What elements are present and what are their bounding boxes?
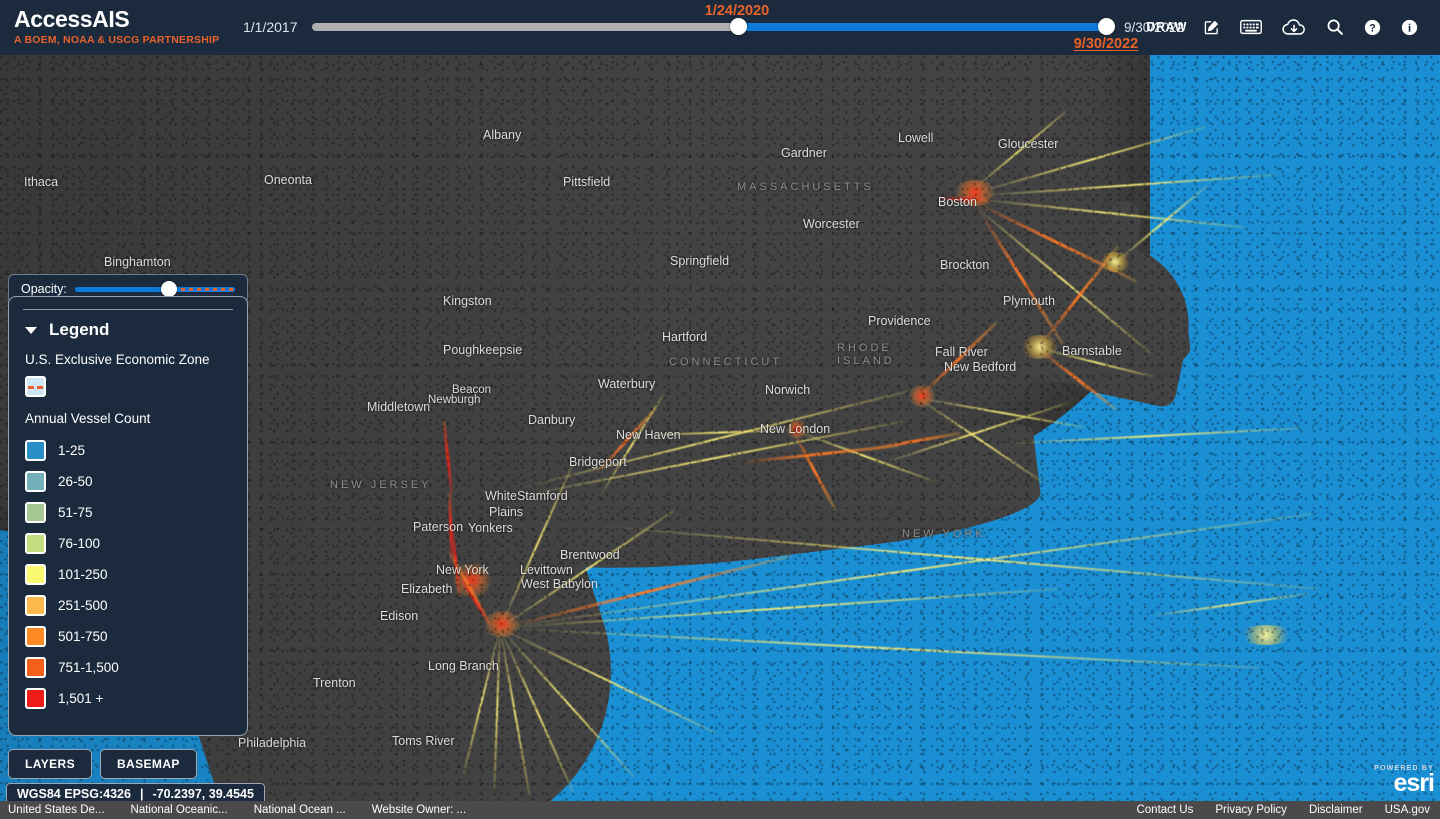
legend-class-label: 101-250: [58, 567, 108, 582]
legend-class-label: 501-750: [58, 629, 108, 644]
footer-link[interactable]: Disclaimer: [1309, 804, 1363, 816]
info-icon[interactable]: i: [1391, 13, 1428, 41]
footer-link[interactable]: Contact Us: [1136, 804, 1193, 816]
legend-class-label: 26-50: [58, 474, 93, 489]
legend-color-swatch: [25, 626, 46, 647]
footer-link[interactable]: Website Owner: ...: [372, 804, 466, 816]
keyboard-icon[interactable]: [1230, 13, 1272, 41]
brand-subtitle: A BOEM, NOAA & USCG PARTNERSHIP: [14, 33, 219, 47]
basemap-button[interactable]: BASEMAP: [100, 749, 197, 779]
footer-link[interactable]: United States De...: [8, 804, 105, 816]
legend-color-swatch: [25, 440, 46, 461]
legend-class-list: 1-25 26-50 51-75 76-100 101-250 251-500 501-75…: [9, 435, 247, 714]
legend-color-swatch: [25, 502, 46, 523]
time-slider-start-tooltip: 1/24/2020: [705, 3, 770, 19]
legend-class-label: 51-75: [58, 505, 93, 520]
legend-color-swatch: [25, 657, 46, 678]
draw-icon[interactable]: [1193, 13, 1230, 41]
opacity-slider-handle[interactable]: [161, 281, 177, 297]
legend-class-row: 1-25: [9, 435, 247, 466]
search-icon[interactable]: [1316, 13, 1354, 41]
brand-title: AccessAIS: [14, 7, 219, 32]
legend-class-label: 751-1,500: [58, 660, 119, 675]
footer-link[interactable]: Privacy Policy: [1215, 804, 1287, 816]
opacity-label: Opacity:: [21, 282, 67, 296]
footer-left-links: United States De... National Oceanic... Na…: [8, 804, 466, 816]
footer-link[interactable]: USA.gov: [1385, 804, 1430, 816]
accessais-app: IthacaOneontaAlbanyPittsfieldGardnerLowe…: [0, 0, 1440, 819]
projection-label: WGS84 EPSG:4326: [17, 787, 131, 801]
svg-text:?: ?: [1369, 22, 1375, 34]
legend-class-row: 751-1,500: [9, 652, 247, 683]
brand[interactable]: AccessAIS A BOEM, NOAA & USCG PARTNERSHI…: [14, 7, 219, 47]
svg-text:i: i: [1408, 22, 1411, 34]
legend-header[interactable]: Legend: [9, 320, 247, 340]
legend-divider: [23, 309, 233, 310]
time-slider-selected-range: [738, 23, 1112, 31]
footer-link[interactable]: National Ocean ...: [254, 804, 346, 816]
legend-section-eez: U.S. Exclusive Economic Zone: [9, 352, 247, 367]
coordinate-separator: |: [135, 787, 149, 801]
legend-color-swatch: [25, 564, 46, 585]
map-control-buttons: LAYERS BASEMAP: [8, 749, 197, 779]
footer-right-links: Contact Us Privacy Policy Disclaimer USA.go…: [1136, 804, 1430, 816]
footer-link[interactable]: National Oceanic...: [131, 804, 228, 816]
draw-button-label[interactable]: DRAW: [1146, 13, 1193, 41]
legend-section-vessel-count: Annual Vessel Count: [9, 411, 247, 426]
legend-title: Legend: [49, 320, 109, 340]
legend-class-row: 51-75: [9, 497, 247, 528]
legend-color-swatch: [25, 688, 46, 709]
legend-class-row: 501-750: [9, 621, 247, 652]
header-toolbar: DRAW: [1146, 13, 1428, 41]
chevron-down-icon[interactable]: [25, 327, 37, 334]
legend-class-label: 1-25: [58, 443, 85, 458]
legend-color-swatch: [25, 471, 46, 492]
legend-class-row: 76-100: [9, 528, 247, 559]
cloud-download-icon[interactable]: [1272, 13, 1316, 41]
opacity-slider-track[interactable]: [75, 287, 235, 292]
time-slider-handle-end[interactable]: [1098, 18, 1115, 35]
legend-class-row: 1,501 +: [9, 683, 247, 714]
legend-class-label: 251-500: [58, 598, 108, 613]
app-header: AccessAIS A BOEM, NOAA & USCG PARTNERSHI…: [0, 0, 1440, 55]
legend-color-swatch: [25, 595, 46, 616]
page-footer: United States De... National Oceanic... Na…: [0, 801, 1440, 819]
eez-swatch-icon: [25, 376, 46, 397]
timeline-start-date: 1/1/2017: [243, 19, 298, 35]
coordinate-value: -70.2397, 39.4545: [152, 787, 253, 801]
legend-class-row: 26-50: [9, 466, 247, 497]
legend-color-swatch: [25, 533, 46, 554]
help-icon[interactable]: ?: [1354, 13, 1391, 41]
legend-class-label: 76-100: [58, 536, 100, 551]
time-slider-end-tooltip: 9/30/2022: [1074, 36, 1139, 52]
time-range-slider[interactable]: [312, 21, 1112, 33]
legend-class-row: 101-250: [9, 559, 247, 590]
time-slider-handle-start[interactable]: [730, 18, 747, 35]
legend-panel[interactable]: Legend U.S. Exclusive Economic Zone Annu…: [8, 296, 248, 736]
layers-button[interactable]: LAYERS: [8, 749, 92, 779]
legend-class-row: 251-500: [9, 590, 247, 621]
legend-class-label: 1,501 +: [58, 691, 103, 706]
